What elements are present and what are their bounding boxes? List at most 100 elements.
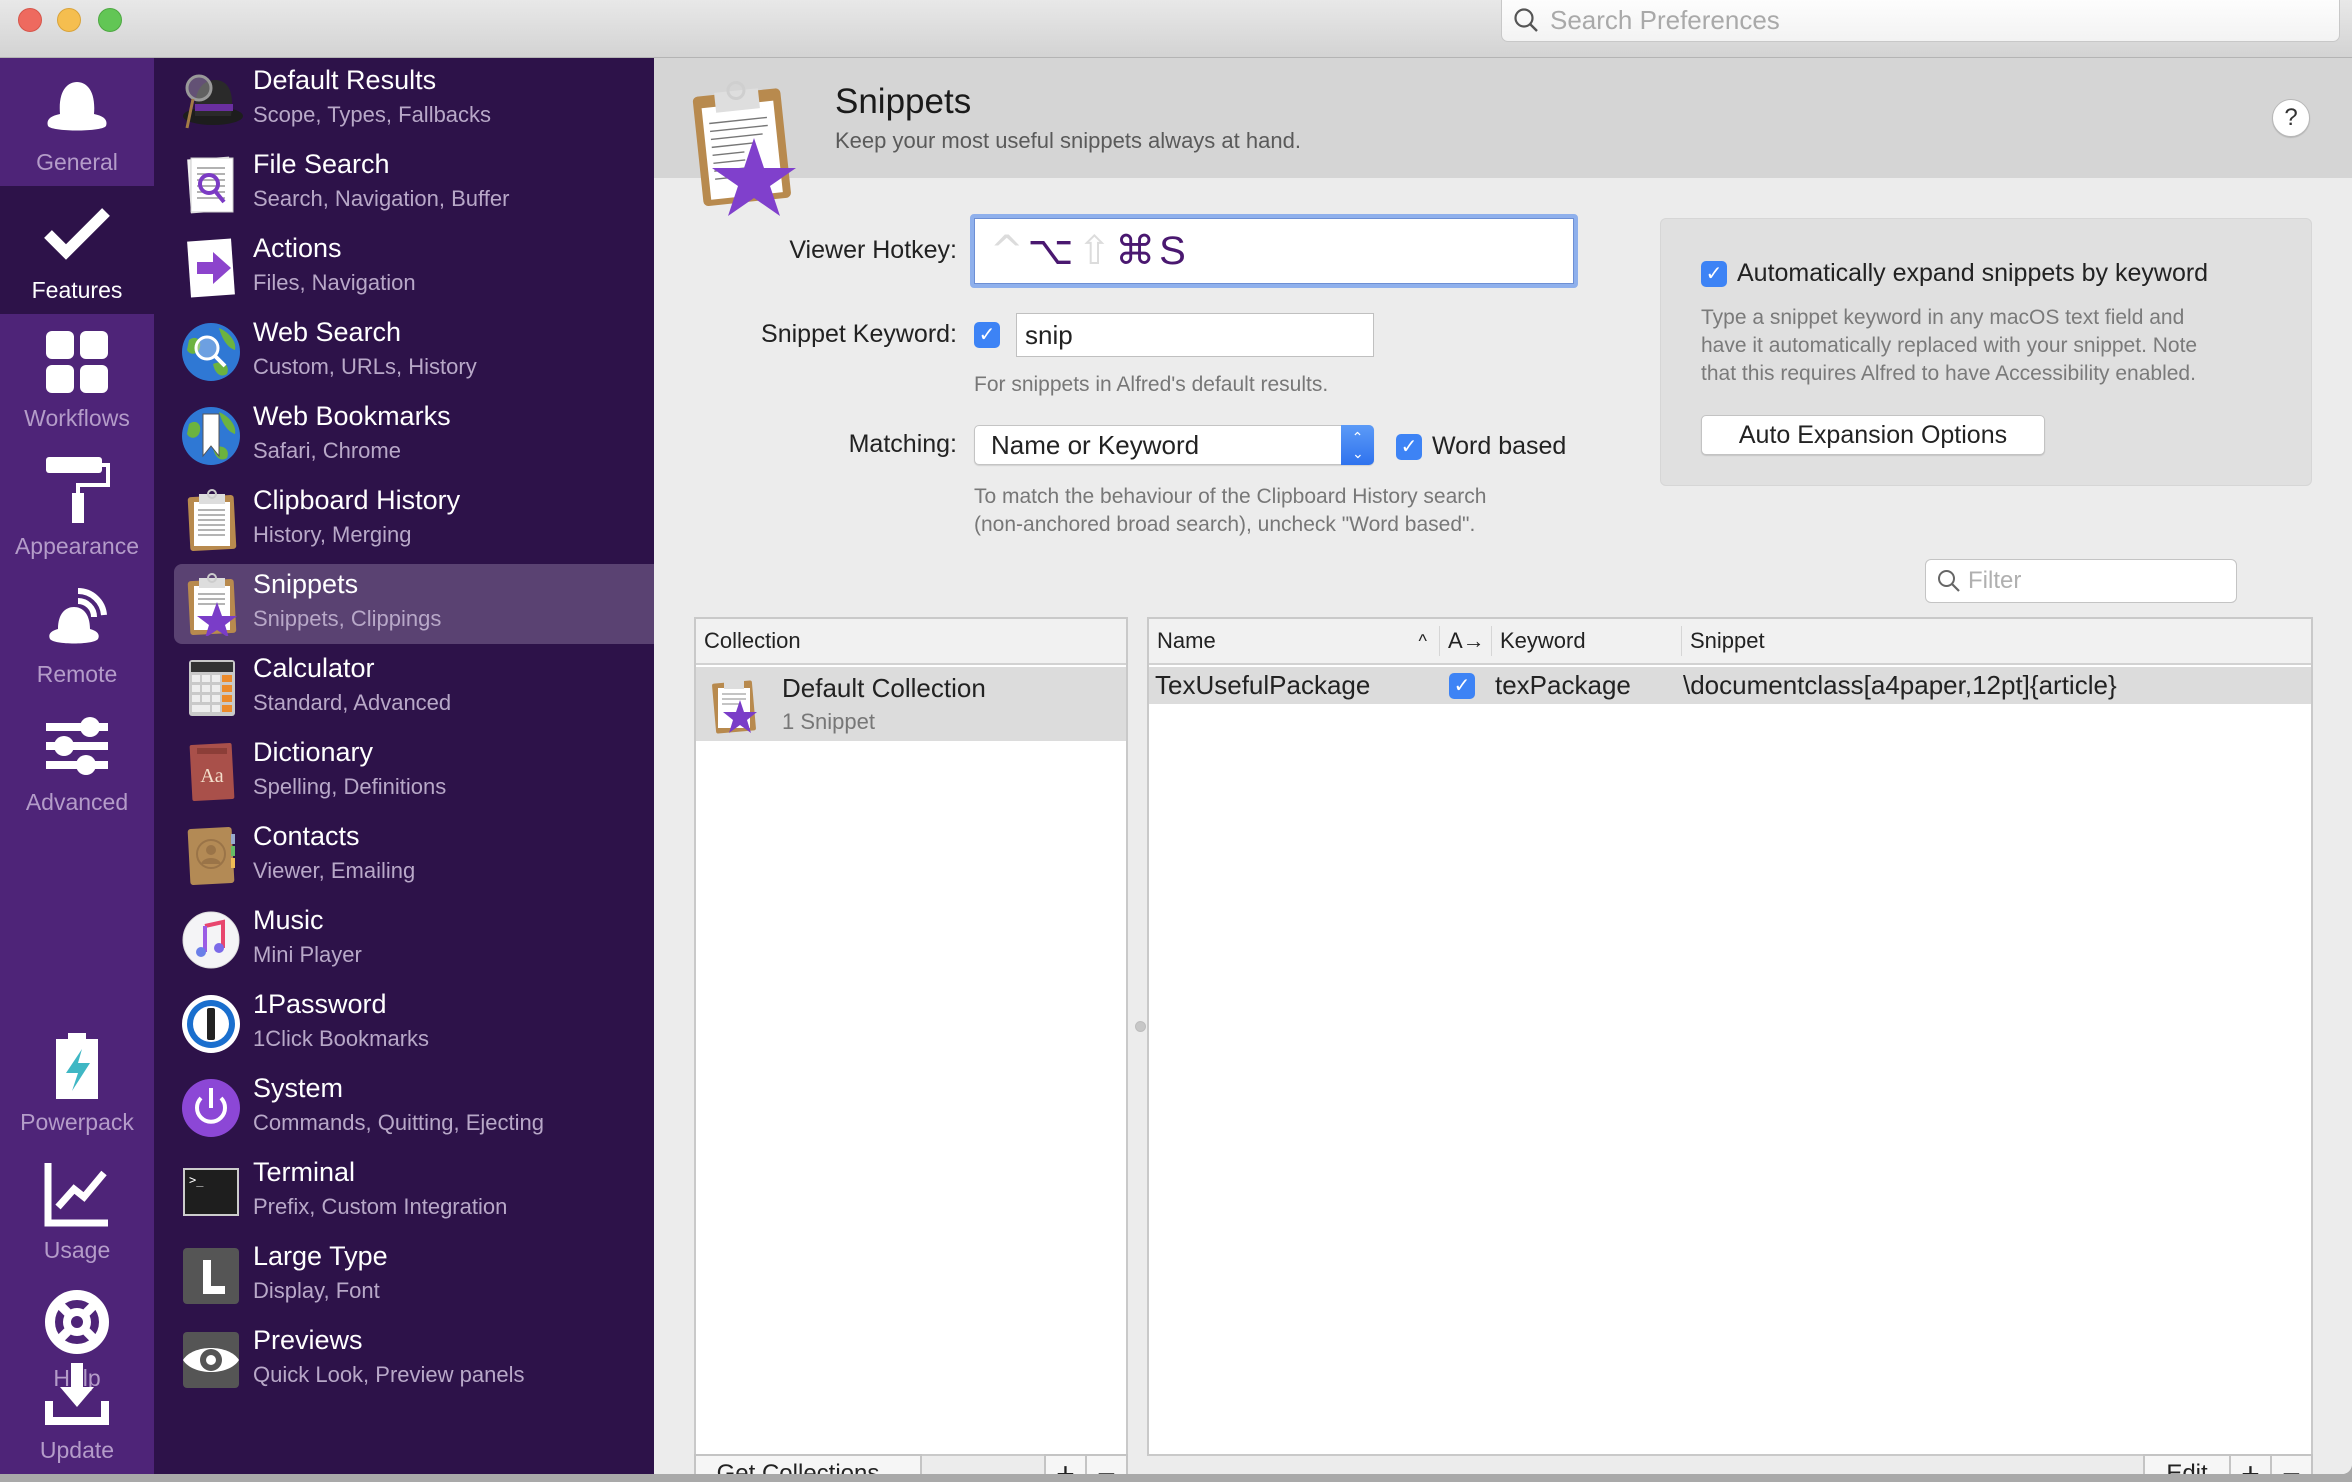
nav-appearance[interactable]: Appearance bbox=[0, 442, 154, 570]
music-note-icon bbox=[182, 911, 240, 969]
feature-contacts[interactable]: Contacts Viewer, Emailing bbox=[174, 816, 654, 896]
nav-advanced[interactable]: Advanced bbox=[0, 698, 154, 826]
snippets-settings-panel: Snippets Keep your most useful snippets … bbox=[654, 58, 2352, 1474]
feature-title: Dictionary bbox=[253, 737, 374, 767]
collection-name: Default Collection bbox=[782, 673, 986, 703]
auto-expand-label: Automatically expand snippets by keyword bbox=[1737, 259, 2209, 287]
remove-snippet-button[interactable]: − bbox=[2270, 1454, 2313, 1474]
column-header-name-label: Name bbox=[1157, 628, 1216, 653]
viewer-hotkey-label: Viewer Hotkey: bbox=[789, 236, 957, 264]
calculator-icon bbox=[189, 660, 235, 716]
feature-1password[interactable]: 1Password 1Click Bookmarks bbox=[174, 984, 654, 1064]
add-snippet-button[interactable]: + bbox=[2229, 1454, 2272, 1474]
title-bar bbox=[0, 0, 2352, 58]
search-preferences-field[interactable] bbox=[1501, 0, 2340, 42]
feature-title: Actions bbox=[253, 233, 342, 263]
feature-calculator[interactable]: Calculator Standard, Advanced bbox=[174, 648, 654, 728]
snippet-name: TexUsefulPackage bbox=[1155, 670, 1371, 700]
nav-usage[interactable]: Usage bbox=[0, 1146, 154, 1274]
snippet-row[interactable]: TexUsefulPackage ✓ texPackage \documentc… bbox=[1149, 667, 2311, 704]
feature-large-type[interactable]: Large Type Display, Font bbox=[174, 1236, 654, 1316]
snippet-keyword-input[interactable]: snip bbox=[1016, 313, 1374, 357]
hotkey-option-glyph: ⌥ bbox=[1027, 228, 1074, 274]
snippet-keyword-hint: For snippets in Alfred's default results… bbox=[974, 373, 1329, 396]
feature-title: Web Bookmarks bbox=[253, 401, 451, 431]
column-header-snippet[interactable]: Snippet bbox=[1681, 626, 1765, 656]
feature-subtitle: Standard, Advanced bbox=[253, 690, 452, 715]
snippet-content: \documentclass[a4paper,12pt]{article} bbox=[1683, 670, 2117, 700]
feature-title: Web Search bbox=[253, 317, 402, 347]
feature-title: Previews bbox=[253, 1325, 363, 1355]
column-header-name[interactable]: Name ^ bbox=[1149, 619, 1435, 663]
clipboard-icon bbox=[187, 489, 237, 552]
terminal-icon: >_ bbox=[183, 1168, 239, 1216]
feature-file-search[interactable]: File Search Search, Navigation, Buffer bbox=[174, 144, 654, 224]
feature-terminal[interactable]: >_ Terminal Prefix, Custom Integration bbox=[174, 1152, 654, 1232]
minimize-window-button[interactable] bbox=[57, 8, 81, 32]
contacts-icon bbox=[187, 827, 235, 885]
help-button[interactable]: ? bbox=[2272, 99, 2310, 137]
feature-title: 1Password bbox=[253, 989, 387, 1019]
feature-dictionary[interactable]: Aa Dictionary Spelling, Definitions bbox=[174, 732, 654, 812]
workflows-grid-icon bbox=[42, 327, 112, 397]
feature-clipboard-history[interactable]: Clipboard History History, Merging bbox=[174, 480, 654, 560]
matching-hint-line-1: To match the behaviour of the Clipboard … bbox=[974, 485, 1487, 508]
filter-field[interactable] bbox=[1925, 559, 2237, 603]
nav-remote[interactable]: Remote bbox=[0, 570, 154, 698]
feature-title: File Search bbox=[253, 149, 390, 179]
feature-subtitle: Search, Navigation, Buffer bbox=[253, 186, 510, 211]
filter-input[interactable] bbox=[1968, 567, 2228, 595]
panel-header: Snippets Keep your most useful snippets … bbox=[654, 58, 2352, 216]
feature-previews[interactable]: Previews Quick Look, Preview panels bbox=[174, 1320, 654, 1400]
auto-expand-checkbox[interactable]: ✓ bbox=[1701, 261, 1727, 287]
nav-features[interactable]: Features bbox=[0, 186, 154, 314]
hotkey-shift-glyph: ⇧ bbox=[1077, 228, 1112, 274]
search-icon bbox=[1938, 570, 1960, 592]
feature-music[interactable]: Music Mini Player bbox=[174, 900, 654, 980]
auto-expansion-options-button[interactable]: Auto Expansion Options bbox=[1701, 415, 2045, 455]
feature-subtitle: Files, Navigation bbox=[253, 270, 416, 295]
snippets-clipboard-star-icon bbox=[692, 81, 796, 216]
nav-update-label: Update bbox=[39, 1437, 115, 1463]
snippet-auto-expand-checkbox[interactable]: ✓ bbox=[1449, 673, 1475, 699]
feature-web-bookmarks[interactable]: Web Bookmarks Safari, Chrome bbox=[174, 396, 654, 476]
feature-subtitle: Safari, Chrome bbox=[253, 438, 401, 463]
alfred-preferences-window: General Features Workflows Appearance Re… bbox=[0, 0, 2352, 1474]
globe-bookmark-icon bbox=[182, 407, 240, 465]
nav-powerpack[interactable]: Powerpack bbox=[0, 1018, 154, 1146]
snippet-keyword-checkbox[interactable]: ✓ bbox=[974, 322, 1000, 348]
column-header-auto-expand[interactable]: A→ bbox=[1439, 626, 1485, 656]
feature-web-search[interactable]: Web Search Custom, URLs, History bbox=[174, 312, 654, 392]
zoom-window-button[interactable] bbox=[98, 8, 122, 32]
nav-update[interactable]: Update bbox=[0, 1346, 154, 1474]
feature-title: Music bbox=[253, 905, 324, 935]
viewer-hotkey-field[interactable]: ^ ⌥ ⇧ ⌘ S bbox=[970, 214, 1578, 288]
nav-general[interactable]: General bbox=[0, 58, 154, 186]
column-header-keyword[interactable]: Keyword bbox=[1491, 626, 1586, 656]
matching-select[interactable]: Name or Keyword ⌃ ⌃ bbox=[974, 425, 1374, 465]
collections-table: Collection Default Collection 1 Snippet bbox=[694, 617, 1128, 1456]
column-header-collection[interactable]: Collection bbox=[696, 619, 801, 663]
word-based-checkbox[interactable]: ✓ bbox=[1396, 434, 1422, 460]
dictionary-icon: Aa bbox=[189, 743, 235, 801]
divider-handle[interactable] bbox=[1135, 1021, 1146, 1032]
file-search-icon bbox=[187, 156, 234, 214]
feature-system[interactable]: System Commands, Quitting, Ejecting bbox=[174, 1068, 654, 1148]
search-preferences-input[interactable] bbox=[1550, 5, 2310, 36]
collection-clipboard-star-icon bbox=[712, 680, 757, 734]
feature-default-results[interactable]: Default Results Scope, Types, Fallbacks bbox=[174, 60, 654, 140]
remove-collection-button[interactable]: − bbox=[1085, 1454, 1128, 1474]
edit-snippet-button[interactable]: Edit bbox=[2143, 1454, 2231, 1474]
svg-text:Aa: Aa bbox=[200, 765, 223, 787]
add-collection-button[interactable]: + bbox=[1044, 1454, 1087, 1474]
eye-icon bbox=[183, 1332, 239, 1388]
get-collections-button[interactable]: Get Collections... bbox=[694, 1454, 922, 1474]
feature-title: Large Type bbox=[253, 1241, 388, 1271]
nav-features-label: Features bbox=[31, 277, 123, 303]
collection-row[interactable]: Default Collection 1 Snippet bbox=[696, 667, 1126, 741]
feature-actions[interactable]: Actions Files, Navigation bbox=[174, 228, 654, 308]
large-type-icon bbox=[183, 1248, 239, 1304]
close-window-button[interactable] bbox=[18, 8, 42, 32]
nav-workflows[interactable]: Workflows bbox=[0, 314, 154, 442]
feature-snippets[interactable]: Snippets Snippets, Clippings bbox=[174, 564, 654, 644]
